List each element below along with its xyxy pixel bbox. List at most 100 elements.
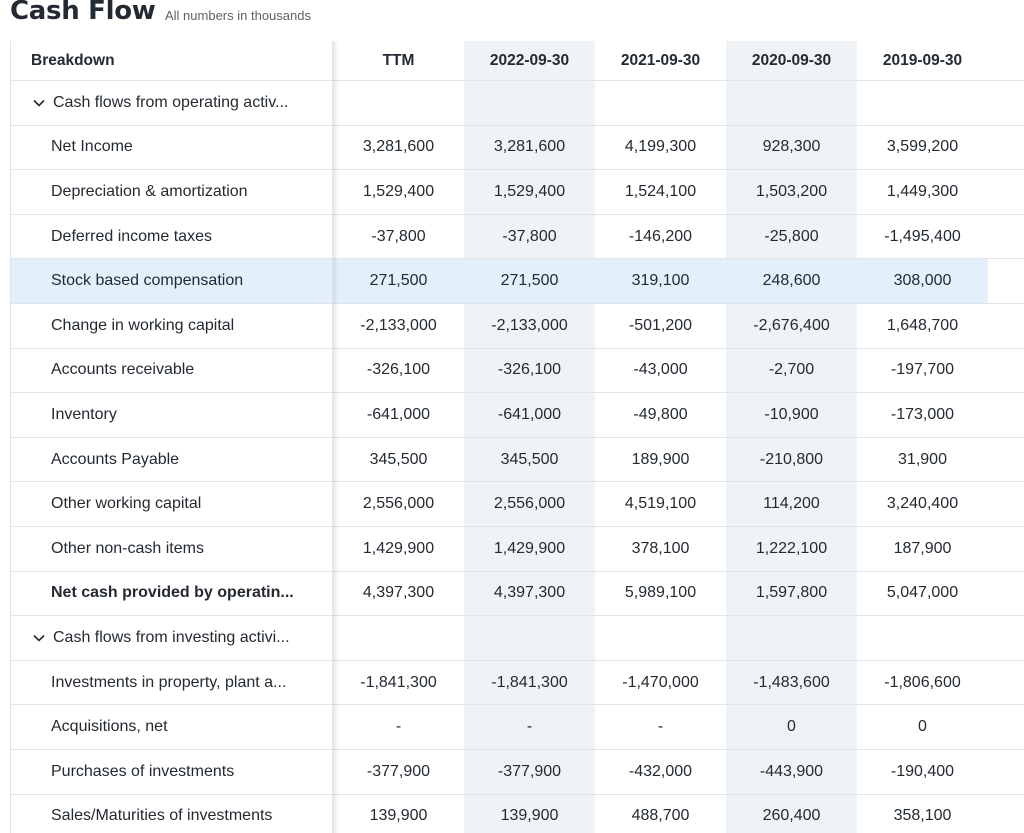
value-cell: - — [464, 705, 595, 749]
table-row: Deferred income taxes -37,800 -37,800 -146,… — [11, 214, 1024, 260]
page-header: Cash Flow All numbers in thousands — [0, 0, 1024, 42]
value-cell: -641,000 — [464, 393, 595, 437]
page-title: Cash Flow — [10, 0, 156, 26]
value-cell: 189,900 — [631, 450, 690, 468]
value-cell: 248,600 — [726, 259, 857, 303]
value-cell — [464, 616, 595, 660]
chevron-down-icon[interactable] — [33, 630, 47, 645]
value-cell — [464, 81, 595, 125]
table-row: Other non-cash items 1,429,900 1,429,900 37… — [11, 526, 1024, 572]
row-label: Net cash provided by operatin... — [11, 571, 333, 616]
value-cell: 271,500 — [464, 259, 595, 303]
value-cell: 3,281,600 — [464, 125, 595, 170]
value-cell: -377,900 — [366, 762, 431, 780]
row-label: Inventory — [11, 393, 333, 437]
row-label: Accounts Payable — [11, 437, 333, 482]
row-label-text: Purchases of investments — [51, 762, 235, 780]
row-label: Accounts receivable — [11, 348, 333, 393]
value-cell: -432,000 — [628, 762, 693, 780]
row-label: Purchases of investments — [11, 749, 333, 794]
value-cell: 488,700 — [631, 807, 690, 825]
value-cell: -443,900 — [726, 749, 857, 794]
column-header-2021-09-30: 2021-09-30 — [620, 51, 701, 69]
value-cell: 139,900 — [464, 794, 595, 833]
value-cell: -37,800 — [464, 214, 595, 259]
row-label: Depreciation & amortization — [11, 170, 333, 214]
value-cell: -190,400 — [890, 762, 955, 780]
section-row[interactable]: Cash flows from operating activ... — [11, 81, 1024, 126]
value-cell: -377,900 — [464, 749, 595, 794]
row-label-text: Stock based compensation — [51, 272, 244, 290]
value-cell: 0 — [726, 705, 857, 749]
row-label: Acquisitions, net — [11, 705, 333, 749]
value-cell: -1,495,400 — [884, 227, 961, 245]
row-label: Investments in property, plant a... — [11, 660, 333, 705]
row-label-text: Acquisitions, net — [51, 718, 168, 736]
value-cell: 1,429,900 — [464, 526, 595, 571]
column-header-breakdown: Breakdown — [11, 41, 333, 80]
value-cell: 2,556,000 — [464, 482, 595, 526]
table-row: Investments in property, plant a... -1,84… — [11, 660, 1024, 706]
value-cell: 187,900 — [893, 539, 952, 557]
value-cell: -146,200 — [628, 227, 693, 245]
row-label-text: Deferred income taxes — [51, 227, 212, 245]
row-label-text: Other non-cash items — [51, 539, 204, 557]
row-label-text: Accounts Payable — [51, 450, 180, 468]
value-cell: -1,841,300 — [464, 660, 595, 705]
value-cell: 5,989,100 — [624, 584, 697, 602]
value-cell: 139,900 — [369, 807, 428, 825]
value-cell: 4,397,300 — [362, 584, 435, 602]
table-row: Depreciation & amortization 1,529,400 1,52… — [11, 170, 1024, 215]
table-row: Accounts receivable -326,100 -326,100 -43,0… — [11, 348, 1024, 394]
table-row: Purchases of investments -377,900 -377,900… — [11, 749, 1024, 795]
row-label[interactable]: Cash flows from investing activi... — [11, 616, 333, 660]
value-cell: - — [657, 718, 664, 736]
value-cell: 319,100 — [595, 259, 726, 303]
row-label-text: Sales/Maturities of investments — [51, 807, 273, 825]
value-cell: 345,500 — [369, 450, 428, 468]
value-cell: -43,000 — [633, 361, 688, 379]
chevron-down-icon[interactable] — [33, 95, 47, 110]
value-cell: 345,500 — [464, 437, 595, 482]
value-cell — [595, 616, 726, 660]
value-cell: 358,100 — [893, 807, 952, 825]
value-cell: -326,100 — [464, 348, 595, 393]
value-cell: 1,597,800 — [726, 571, 857, 616]
value-cell: - — [395, 718, 402, 736]
column-header-2022-09-30: 2022-09-30 — [464, 41, 595, 80]
value-cell: -1,470,000 — [622, 673, 699, 691]
value-cell: -641,000 — [366, 405, 431, 423]
table-header-row: Breakdown TTM 2022-09-30 2021-09-30 2020-09-… — [11, 41, 1024, 81]
table-row: Sales/Maturities of investments 139,900 13… — [11, 794, 1024, 833]
row-label-text: Accounts receivable — [51, 361, 195, 379]
value-cell: -1,806,600 — [884, 673, 961, 691]
row-label-text: Cash flows from investing activi... — [53, 628, 290, 646]
value-cell: -1,483,600 — [726, 660, 857, 705]
value-cell: -25,800 — [726, 214, 857, 259]
value-cell: -2,700 — [726, 348, 857, 393]
value-cell — [333, 81, 464, 125]
value-cell: 308,000 — [857, 259, 988, 303]
value-cell: -2,676,400 — [726, 303, 857, 348]
value-cell — [726, 616, 857, 660]
units-note: All numbers in thousands — [165, 8, 311, 23]
value-cell: 31,900 — [898, 450, 947, 468]
row-label: Sales/Maturities of investments — [11, 794, 333, 833]
value-cell: 0 — [918, 718, 927, 736]
value-cell: 378,100 — [631, 539, 690, 557]
table-row: Change in working capital -2,133,000 -2,13… — [11, 303, 1024, 349]
value-cell: 3,599,200 — [886, 138, 959, 156]
row-label: Deferred income taxes — [11, 214, 333, 259]
value-cell: 1,449,300 — [886, 182, 959, 200]
row-label-text: Other working capital — [51, 495, 202, 513]
value-cell: 5,047,000 — [886, 584, 959, 602]
table-row: Stock based compensation 271,500 271,500 31… — [11, 259, 1024, 304]
value-cell: 4,397,300 — [464, 571, 595, 616]
value-cell: -326,100 — [366, 361, 431, 379]
cash-flow-table: Breakdown TTM 2022-09-30 2021-09-30 2020-09-… — [10, 41, 1024, 833]
section-row[interactable]: Cash flows from investing activi... — [11, 616, 1024, 661]
row-label: Change in working capital — [11, 303, 333, 348]
column-header-ttm: TTM — [382, 51, 415, 69]
value-cell: 1,648,700 — [886, 316, 959, 334]
row-label[interactable]: Cash flows from operating activ... — [11, 81, 333, 125]
